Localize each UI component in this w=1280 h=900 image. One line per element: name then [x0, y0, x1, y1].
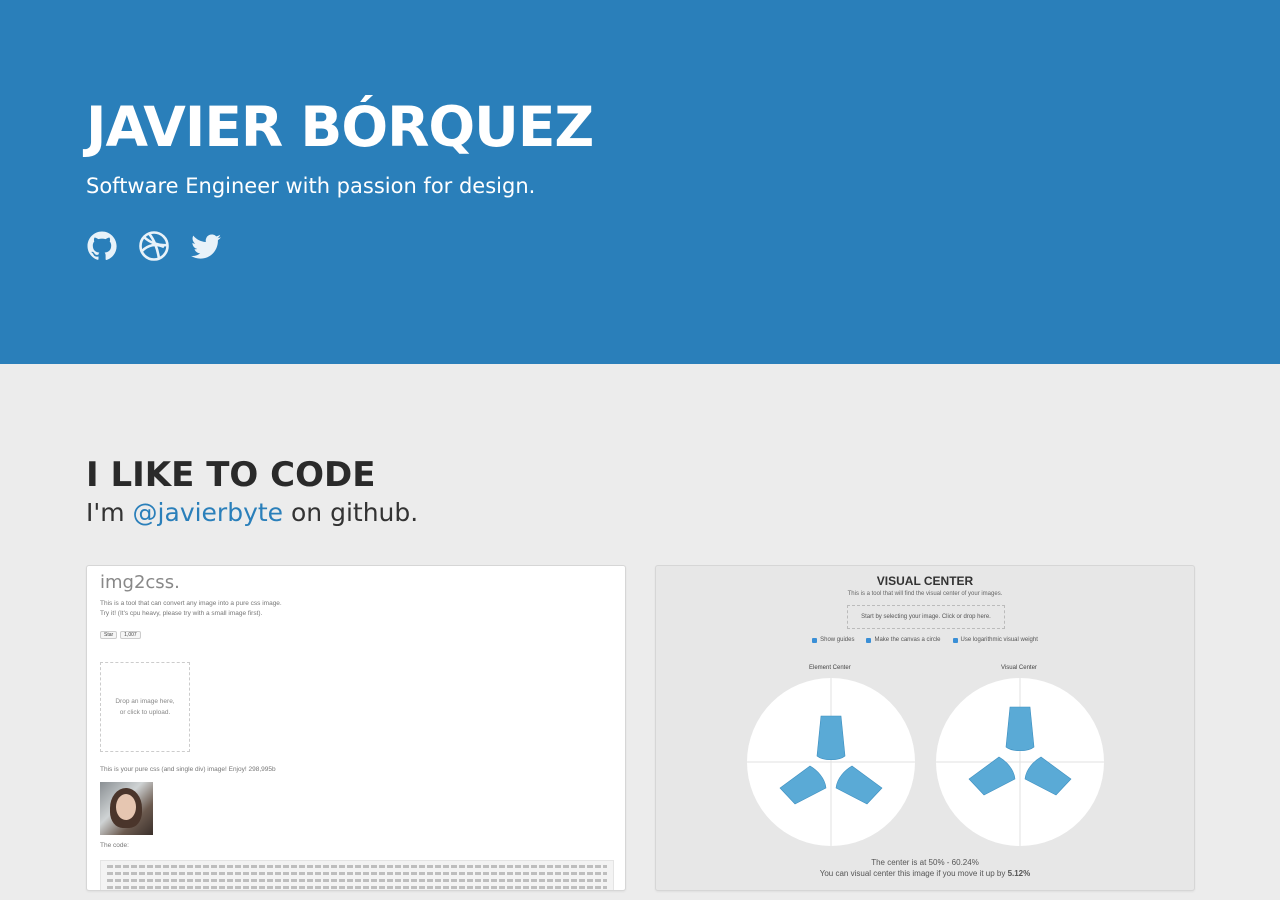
section-title: I LIKE TO CODE — [86, 455, 376, 495]
move-hint: You can visual center this image if you … — [656, 869, 1194, 878]
project-title: VISUAL CENTER — [876, 574, 974, 588]
github-icon[interactable] — [86, 230, 118, 262]
subtitle-suffix: on github. — [283, 498, 419, 527]
image-dropzone: Drop an image here, or click to upload. — [100, 662, 190, 752]
code-block — [100, 860, 614, 890]
github-profile-link[interactable]: @javierbyte — [133, 498, 284, 527]
center-result: The center is at 50% - 60.24% — [871, 858, 979, 867]
subtitle-prefix: I'm — [86, 498, 133, 527]
visual-center-canvas — [936, 678, 1104, 846]
option-show-guides: Show guides — [812, 637, 854, 643]
project-description: This is a tool that will find the visual… — [847, 591, 1003, 597]
code-label: The code: — [100, 842, 129, 849]
author-name: JAVIER BÓRQUEZ — [86, 95, 594, 159]
project-description: This is a tool that can convert any imag… — [100, 600, 282, 607]
github-star-badge: Star 1,007 — [100, 631, 141, 639]
result-text: This is your pure css (and single div) i… — [100, 766, 276, 773]
project-card-visual-center[interactable]: VISUAL CENTER This is a tool that will f… — [655, 565, 1195, 891]
dribbble-icon[interactable] — [138, 230, 170, 262]
star-label: Star — [100, 631, 118, 639]
checkbox-icon — [812, 637, 818, 643]
dropzone-line-1: Drop an image here, — [115, 698, 175, 705]
move-hint-text: You can visual center this image if you … — [819, 869, 1008, 878]
element-center-canvas — [747, 678, 915, 846]
project-title: img2css. — [100, 572, 180, 593]
dropzone-line-2: or click to upload. — [119, 709, 171, 716]
option-circle-canvas: Make the canvas a circle — [866, 637, 941, 643]
visual-center-label: Visual Center — [1001, 665, 1037, 671]
image-dropzone: Start by selecting your image. Click or … — [847, 605, 1005, 629]
twitter-icon[interactable] — [190, 230, 222, 262]
checkbox-icon — [866, 637, 872, 643]
project-card-img2css[interactable]: img2css. This is a tool that can convert… — [86, 565, 626, 891]
option-log-weight: Use logarithmic visual weight — [952, 637, 1038, 643]
tagline: Software Engineer with passion for desig… — [86, 174, 536, 198]
checkbox-icon — [952, 637, 958, 643]
section-subtitle: I'm @javierbyte on github. — [86, 498, 418, 527]
star-count: 1,007 — [120, 631, 141, 639]
move-value: 5.12% — [1007, 869, 1031, 878]
project-note: Try it! (It's cpu heavy, please try with… — [100, 610, 263, 617]
element-center-label: Element Center — [809, 665, 851, 671]
hero-header: JAVIER BÓRQUEZ Software Engineer with pa… — [0, 0, 1280, 364]
css-image-preview — [100, 782, 153, 835]
options-row: Show guides Make the canvas a circle Use… — [656, 637, 1194, 643]
preview-face — [116, 794, 136, 820]
